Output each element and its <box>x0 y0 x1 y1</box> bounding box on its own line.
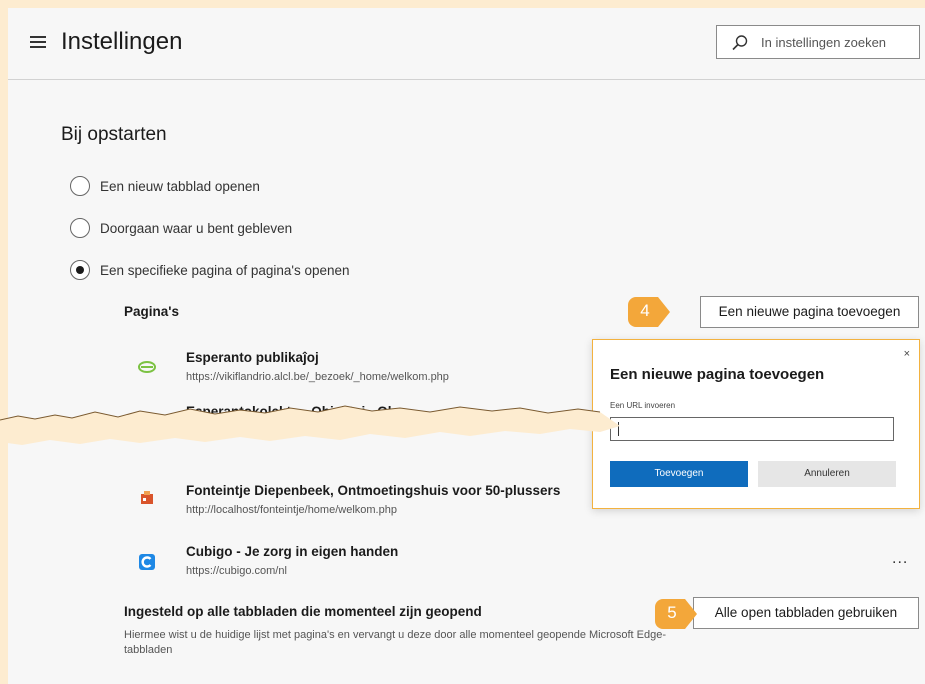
more-options-icon[interactable]: ... <box>892 550 908 568</box>
search-input[interactable]: In instellingen zoeken <box>716 25 920 59</box>
settings-header: Instellingen In instellingen zoeken <box>8 8 925 80</box>
search-icon <box>732 35 748 51</box>
radio-button[interactable] <box>70 218 90 238</box>
dialog-title: Een nieuwe pagina toevoegen <box>610 366 825 383</box>
radio-label: Een specifieke pagina of pagina's openen <box>100 262 350 278</box>
page-url: http://localhost/fonteintje/home/welkom.… <box>186 504 397 516</box>
radio-label: Een nieuw tabblad openen <box>100 178 260 194</box>
pages-label: Pagina's <box>124 304 179 319</box>
esperanto-green-icon <box>138 361 156 373</box>
page-url: https://vikiflandrio.alcl.be/_bezoek/_ho… <box>186 371 449 383</box>
badge-number: 5 <box>667 603 677 622</box>
cubigo-icon <box>139 554 155 570</box>
settings-window: Instellingen In instellingen zoeken Bij … <box>8 8 925 684</box>
callout-badge-5: 5 <box>653 597 699 631</box>
use-all-tabs-button[interactable]: Alle open tabbladen gebruiken <box>693 597 919 629</box>
callout-badge-4: 4 <box>626 295 672 329</box>
radio-new-tab[interactable]: Een nieuw tabblad openen <box>70 175 260 197</box>
fonteintje-icon <box>141 491 153 504</box>
page-title-text: Esperanto publikaĵoj <box>186 350 319 365</box>
search-placeholder: In instellingen zoeken <box>761 35 887 50</box>
radio-button[interactable] <box>70 176 90 196</box>
menu-icon[interactable] <box>30 36 46 48</box>
radio-button-checked[interactable] <box>70 260 90 280</box>
page-url: https://cubigo.com/nl <box>186 565 287 577</box>
torn-paper-band <box>0 405 620 445</box>
page-title-text: Cubigo - Je zorg in eigen handen <box>186 544 399 559</box>
radio-label: Doorgaan waar u bent gebleven <box>100 220 293 236</box>
radio-continue[interactable]: Doorgaan waar u bent gebleven <box>70 217 292 239</box>
all-tabs-title: Ingesteld op alle tabbladen die momentee… <box>124 604 482 619</box>
add-page-button[interactable]: Een nieuwe pagina toevoegen <box>700 296 919 328</box>
all-tabs-description: Hiermee wist u de huidige lijst met pagi… <box>124 629 667 656</box>
section-title: Bij opstarten <box>61 124 167 145</box>
page-title-text: Fonteintje Diepenbeek, Ontmoetingshuis v… <box>186 483 561 498</box>
radio-specific-pages[interactable]: Een specifieke pagina of pagina's openen <box>70 259 350 281</box>
close-icon[interactable]: × <box>904 348 910 360</box>
page-title: Instellingen <box>61 28 183 55</box>
badge-number: 4 <box>640 301 650 320</box>
